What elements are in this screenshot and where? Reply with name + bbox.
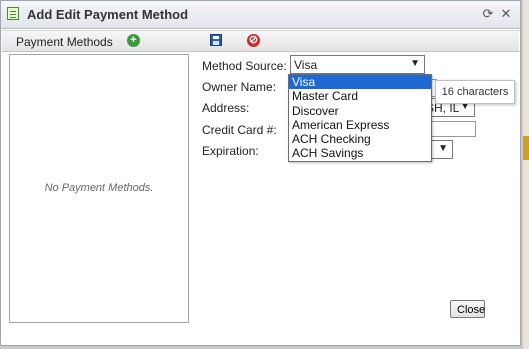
credit-card-label: Credit Card #: xyxy=(202,123,277,137)
chevron-down-icon: ▼ xyxy=(438,143,448,154)
method-source-dropdown: Visa Master Card Discover American Expre… xyxy=(288,74,432,162)
address-label: Address: xyxy=(202,101,250,115)
payment-methods-list: No Payment Methods. xyxy=(9,54,189,323)
dropdown-option-master-card[interactable]: Master Card xyxy=(289,89,431,103)
expiration-label: Expiration: xyxy=(202,144,259,158)
dropdown-option-visa[interactable]: Visa xyxy=(289,75,431,90)
add-icon[interactable]: + xyxy=(127,34,140,47)
window-title: Add Edit Payment Method xyxy=(27,7,189,22)
chevron-down-icon: ▼ xyxy=(410,58,420,69)
dropdown-option-ach-savings[interactable]: ACH Savings xyxy=(289,146,431,160)
title-bar: Add Edit Payment Method ⟳ ✕ xyxy=(1,1,520,29)
character-count-tooltip: 16 characters xyxy=(435,80,515,104)
refresh-icon[interactable]: ⟳ xyxy=(480,6,496,22)
dropdown-option-american-express[interactable]: American Express xyxy=(289,118,431,132)
payment-method-dialog: Add Edit Payment Method ⟳ ✕ Payment Meth… xyxy=(0,0,521,346)
save-icon[interactable] xyxy=(210,34,222,46)
empty-list-message: No Payment Methods. xyxy=(44,182,154,194)
toolbar-label: Payment Methods xyxy=(16,35,113,49)
credit-card-field[interactable] xyxy=(425,121,476,137)
method-source-label: Method Source: xyxy=(202,59,287,73)
background-accent xyxy=(523,136,529,160)
cancel-icon[interactable]: ⊘ xyxy=(247,34,260,47)
close-icon[interactable]: ✕ xyxy=(498,6,514,22)
dropdown-option-ach-checking[interactable]: ACH Checking xyxy=(289,132,431,146)
background-strip xyxy=(523,0,529,349)
form-icon xyxy=(7,7,19,20)
dropdown-option-discover[interactable]: Discover xyxy=(289,104,431,118)
close-button[interactable]: Close xyxy=(450,300,485,318)
toolbar: Payment Methods + ⊘ xyxy=(2,30,519,52)
owner-name-label: Owner Name: xyxy=(202,80,277,94)
method-source-value: Visa xyxy=(294,58,318,72)
method-source-select[interactable]: Visa ▼ xyxy=(290,55,425,74)
